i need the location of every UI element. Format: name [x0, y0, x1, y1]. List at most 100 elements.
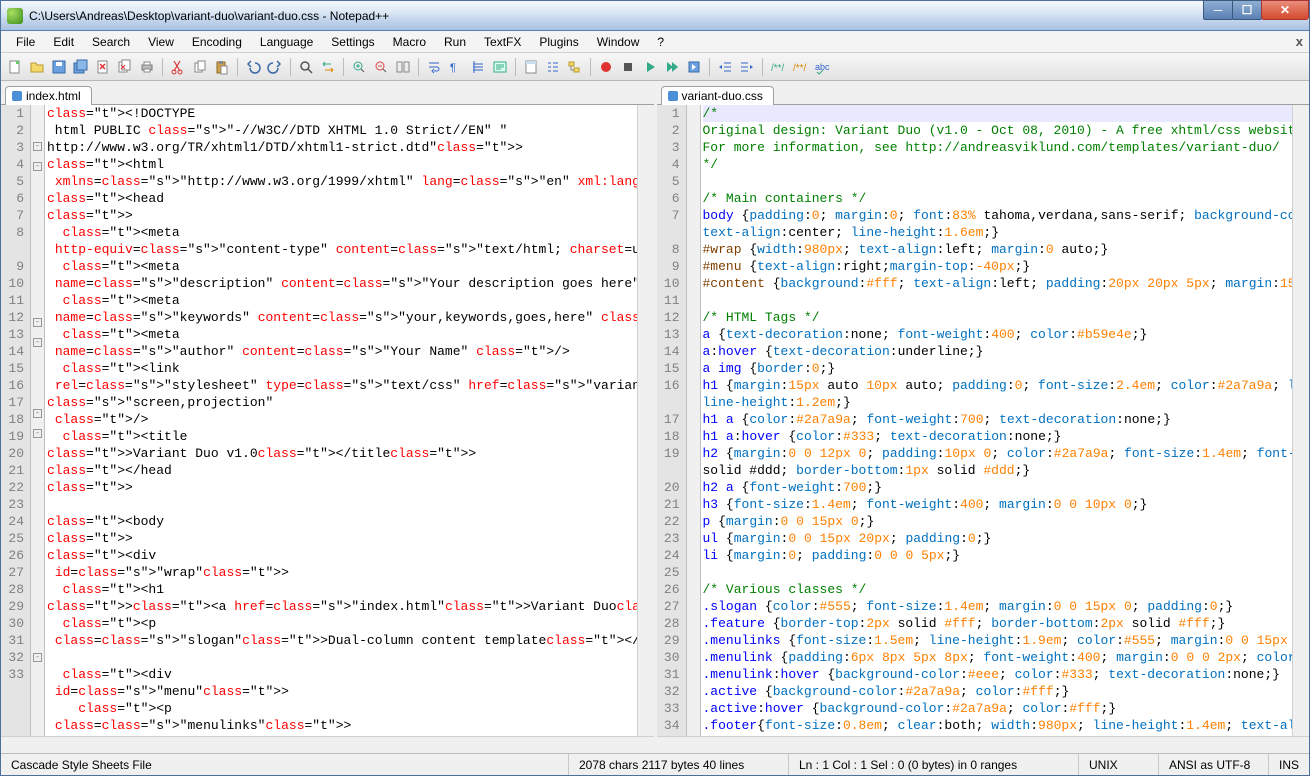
app-window: C:\Users\Andreas\Desktop\variant-duo\var…: [0, 0, 1310, 776]
left-pane: index.html 12345678 91011121314151617181…: [1, 81, 657, 753]
menu-window[interactable]: Window: [588, 33, 649, 51]
status-bar: Cascade Style Sheets File 2078 chars 211…: [1, 753, 1309, 775]
indent-guide-icon[interactable]: [468, 57, 488, 77]
right-tabstrip: variant-duo.css: [657, 81, 1310, 105]
wordwrap-icon[interactable]: [424, 57, 444, 77]
menu-edit[interactable]: Edit: [44, 33, 83, 51]
toolbar-separator: [709, 58, 710, 76]
folder-tree-icon[interactable]: [565, 57, 585, 77]
editor-split: index.html 12345678 91011121314151617181…: [1, 81, 1309, 753]
file-icon: [668, 91, 678, 101]
status-position: Ln : 1 Col : 1 Sel : 0 (0 bytes) in 0 ra…: [789, 754, 1079, 775]
user-lang-icon[interactable]: [490, 57, 510, 77]
vertical-scrollbar[interactable]: [1292, 105, 1309, 736]
show-all-chars-icon[interactable]: ¶: [446, 57, 466, 77]
file-icon: [12, 91, 22, 101]
minimize-button[interactable]: ─: [1203, 0, 1233, 20]
uncomment-icon[interactable]: /**/: [790, 57, 810, 77]
menubar-close-icon[interactable]: x: [1296, 34, 1303, 49]
zoom-out-icon[interactable]: [371, 57, 391, 77]
svg-text:/**/: /**/: [771, 63, 785, 74]
play-macro-icon[interactable]: [640, 57, 660, 77]
play-multi-icon[interactable]: [662, 57, 682, 77]
doc-map-icon[interactable]: [521, 57, 541, 77]
comment-icon[interactable]: /**/: [768, 57, 788, 77]
menu-bar: File Edit Search View Encoding Language …: [1, 31, 1309, 53]
new-file-icon[interactable]: [5, 57, 25, 77]
redo-icon[interactable]: [265, 57, 285, 77]
indent-icon[interactable]: [737, 57, 757, 77]
code-content[interactable]: class="t"><!DOCTYPE html PUBLIC class="s…: [45, 105, 637, 736]
open-file-icon[interactable]: [27, 57, 47, 77]
replace-icon[interactable]: [318, 57, 338, 77]
fold-column[interactable]: -------: [31, 105, 45, 736]
close-all-icon[interactable]: [115, 57, 135, 77]
toolbar-separator: [590, 58, 591, 76]
toolbar-separator: [162, 58, 163, 76]
svg-text:¶: ¶: [450, 62, 456, 74]
menu-run[interactable]: Run: [435, 33, 475, 51]
copy-icon[interactable]: [190, 57, 210, 77]
save-icon[interactable]: [49, 57, 69, 77]
menu-language[interactable]: Language: [251, 33, 322, 51]
find-icon[interactable]: [296, 57, 316, 77]
cut-icon[interactable]: [168, 57, 188, 77]
close-button[interactable]: ✕: [1261, 0, 1309, 20]
left-tabstrip: index.html: [1, 81, 654, 105]
title-bar[interactable]: C:\Users\Andreas\Desktop\variant-duo\var…: [1, 1, 1309, 31]
app-icon: [7, 8, 23, 24]
outdent-icon[interactable]: [715, 57, 735, 77]
horizontal-scrollbar[interactable]: [1, 736, 654, 753]
toolbar-separator: [418, 58, 419, 76]
paste-icon[interactable]: [212, 57, 232, 77]
spellcheck-icon[interactable]: abc: [812, 57, 832, 77]
tab-index-html[interactable]: index.html: [5, 86, 92, 105]
tab-label: index.html: [26, 89, 81, 103]
status-insert-mode: INS: [1269, 754, 1309, 775]
status-encoding: ANSI as UTF-8: [1159, 754, 1269, 775]
line-number-gutter: 1234567 8910111213141516 171819 20212223…: [657, 105, 687, 736]
tab-label: variant-duo.css: [682, 89, 763, 103]
right-pane: variant-duo.css 1234567 8910111213141516…: [657, 81, 1310, 753]
toolbar-separator: [343, 58, 344, 76]
status-eol: UNIX: [1079, 754, 1159, 775]
toolbar-separator: [290, 58, 291, 76]
toolbar-separator: [237, 58, 238, 76]
func-list-icon[interactable]: [543, 57, 563, 77]
menu-search[interactable]: Search: [83, 33, 139, 51]
stop-macro-icon[interactable]: [618, 57, 638, 77]
toolbar-separator: [762, 58, 763, 76]
toolbar-separator: [515, 58, 516, 76]
menu-help[interactable]: ?: [648, 33, 673, 51]
status-chars: 2078 chars 2117 bytes 40 lines: [569, 754, 789, 775]
close-file-icon[interactable]: [93, 57, 113, 77]
menu-textfx[interactable]: TextFX: [475, 33, 530, 51]
code-content[interactable]: /*Original design: Variant Duo (v1.0 - O…: [701, 105, 1293, 736]
fold-column[interactable]: [687, 105, 701, 736]
svg-text:/**/: /**/: [793, 63, 807, 74]
save-all-icon[interactable]: [71, 57, 91, 77]
zoom-in-icon[interactable]: [349, 57, 369, 77]
status-filetype: Cascade Style Sheets File: [1, 754, 569, 775]
window-controls: ─ ☐ ✕: [1204, 0, 1309, 20]
print-icon[interactable]: [137, 57, 157, 77]
window-title: C:\Users\Andreas\Desktop\variant-duo\var…: [29, 9, 1204, 23]
menu-settings[interactable]: Settings: [322, 33, 383, 51]
record-macro-icon[interactable]: [596, 57, 616, 77]
right-editor[interactable]: 1234567 8910111213141516 171819 20212223…: [657, 105, 1310, 736]
toolbar: ¶ /**/ /**/ abc: [1, 53, 1309, 81]
horizontal-scrollbar[interactable]: [657, 736, 1310, 753]
save-macro-icon[interactable]: [684, 57, 704, 77]
tab-variant-duo-css[interactable]: variant-duo.css: [661, 86, 774, 105]
undo-icon[interactable]: [243, 57, 263, 77]
vertical-scrollbar[interactable]: [637, 105, 654, 736]
menu-plugins[interactable]: Plugins: [530, 33, 587, 51]
menu-view[interactable]: View: [139, 33, 183, 51]
left-editor[interactable]: 12345678 9101112131415161718192021222324…: [1, 105, 654, 736]
menu-encoding[interactable]: Encoding: [183, 33, 251, 51]
sync-scroll-icon[interactable]: [393, 57, 413, 77]
line-number-gutter: 12345678 9101112131415161718192021222324…: [1, 105, 31, 736]
menu-file[interactable]: File: [7, 33, 44, 51]
maximize-button[interactable]: ☐: [1232, 0, 1262, 20]
menu-macro[interactable]: Macro: [384, 33, 435, 51]
